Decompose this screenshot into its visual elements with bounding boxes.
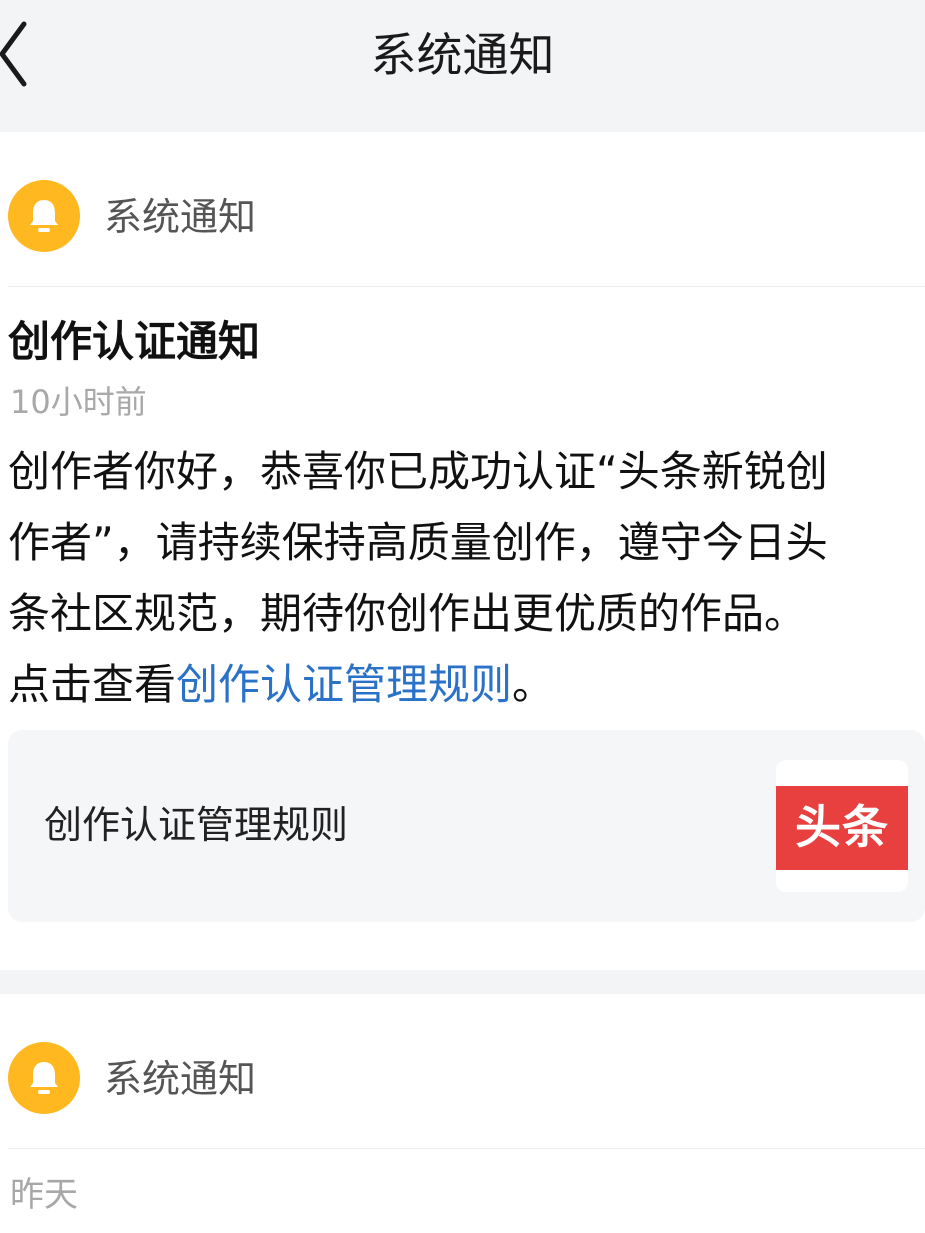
logo-text: 头条: [795, 800, 889, 854]
divider: [8, 286, 925, 287]
bell-icon: [30, 200, 58, 232]
notification-body: 创作者你好，恭喜你已成功认证“头条新锐创 作者”，请持续保持高质量创作，遵守今日…: [8, 436, 925, 720]
body-text: 点击查看: [8, 660, 177, 709]
divider: [8, 1148, 925, 1149]
notification-avatar: [8, 1042, 80, 1114]
body-line: 条社区规范，期待你创作出更优质的作品。: [8, 589, 807, 638]
notification-sender-name: 系统通知: [104, 1057, 257, 1101]
notification-sender-name: 系统通知: [104, 195, 257, 239]
bell-icon: [30, 1062, 58, 1094]
card-title: 创作认证管理规则: [44, 803, 349, 847]
body-text: 。: [512, 660, 555, 709]
top-bar: 系统通知: [0, 0, 925, 132]
link-preview-card[interactable]: 创作认证管理规则 头条: [8, 730, 925, 922]
notification-sender-row: 系统通知: [0, 1030, 925, 1124]
notification-time: 昨天: [10, 1175, 78, 1215]
toutiao-logo: 头条: [776, 760, 908, 892]
body-line-with-link: 点击查看创作认证管理规则。: [8, 649, 925, 720]
notification-title: 创作认证通知: [8, 317, 261, 366]
rules-link[interactable]: 创作认证管理规则: [176, 660, 512, 709]
body-line: 创作者你好，恭喜你已成功认证“头条新锐创: [8, 447, 828, 496]
page-title: 系统通知: [370, 28, 555, 82]
section-separator: [0, 970, 925, 994]
notification-sender-row: 系统通知: [0, 170, 925, 264]
body-line: 作者”，请持续保持高质量创作，遵守今日头: [8, 518, 828, 567]
notification-avatar: [8, 180, 80, 252]
notification-time: 10小时前: [10, 383, 147, 421]
